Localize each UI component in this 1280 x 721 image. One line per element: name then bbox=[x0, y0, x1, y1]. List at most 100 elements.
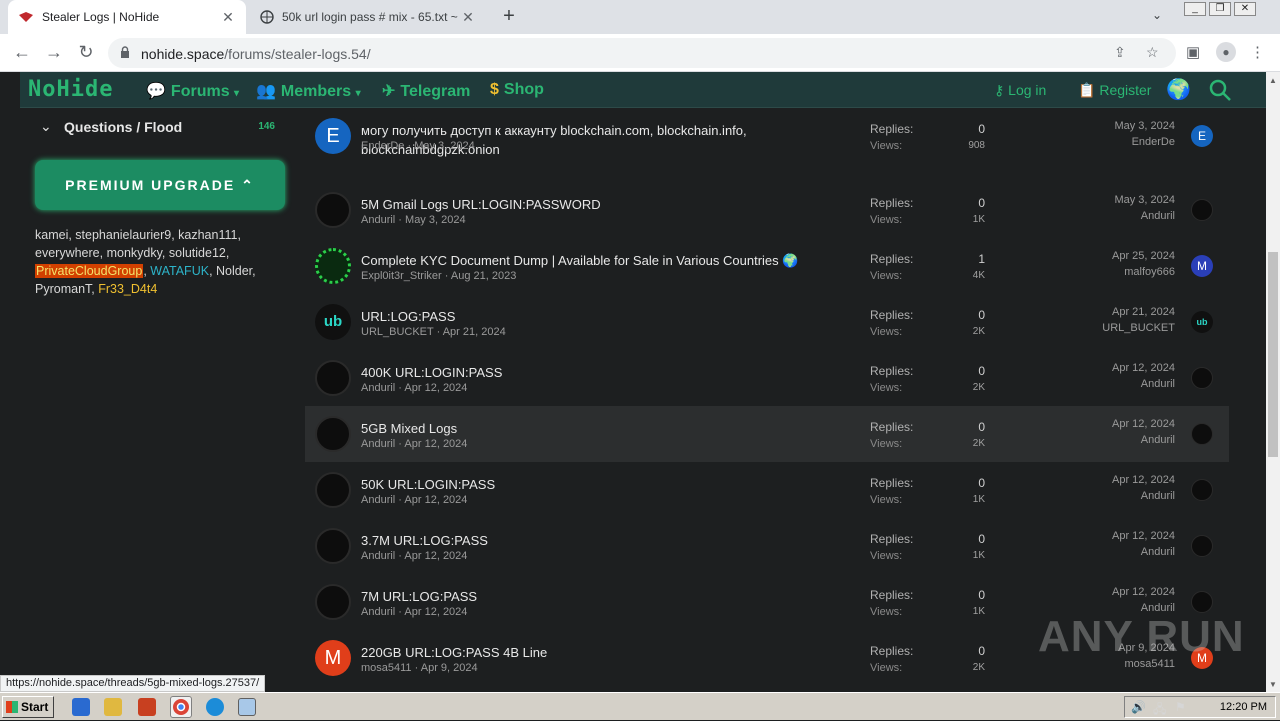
thread-author-link[interactable]: EnderDe bbox=[361, 140, 404, 152]
last-post-date-link[interactable]: May 3, 2024 bbox=[1065, 120, 1175, 132]
last-post-avatar[interactable] bbox=[1191, 591, 1213, 613]
author-avatar[interactable]: M bbox=[315, 640, 351, 676]
author-avatar[interactable]: E bbox=[315, 118, 351, 154]
thread-start-date[interactable]: May 3, 2024 bbox=[405, 214, 466, 226]
sidebar-item-questions-flood[interactable]: ⌄ Questions / Flood 146 bbox=[35, 118, 290, 140]
last-post-user-link[interactable]: Anduril bbox=[1065, 210, 1175, 222]
thread-author-link[interactable]: Anduril bbox=[361, 550, 395, 562]
last-post-date-link[interactable]: Apr 12, 2024 bbox=[1065, 586, 1175, 598]
last-post-user-link[interactable]: malfoy666 bbox=[1065, 266, 1175, 278]
thread-title-link[interactable]: 400K URL:LOGIN:PASS bbox=[361, 363, 811, 382]
last-post-user-link[interactable]: Anduril bbox=[1065, 378, 1175, 390]
address-bar[interactable]: nohide.space/forums/stealer-logs.54/ ⇪ ☆ bbox=[108, 38, 1176, 68]
page-scrollbar[interactable]: ▲ ▼ bbox=[1266, 72, 1280, 692]
thread-row[interactable]: 50K URL:LOGIN:PASS Anduril · Apr 12, 2024… bbox=[305, 462, 1229, 518]
media-player-icon[interactable] bbox=[138, 698, 156, 716]
online-user-link[interactable]: PrivateCloudGroup bbox=[35, 264, 144, 278]
thread-start-date[interactable]: Apr 12, 2024 bbox=[404, 438, 467, 450]
last-post-avatar[interactable] bbox=[1191, 423, 1213, 445]
theme-globe-icon[interactable]: 🌍 bbox=[1166, 77, 1191, 102]
thread-title-link[interactable]: 220GB URL:LOG:PASS 4B Line bbox=[361, 643, 811, 662]
restore-button[interactable]: ❐ bbox=[1209, 2, 1231, 16]
folder-icon[interactable] bbox=[104, 698, 122, 716]
last-post-date-link[interactable]: Apr 21, 2024 bbox=[1065, 306, 1175, 318]
last-post-avatar[interactable] bbox=[1191, 479, 1213, 501]
last-post-avatar[interactable]: ub bbox=[1191, 311, 1213, 333]
ie-icon[interactable] bbox=[72, 698, 90, 716]
thread-title-link[interactable]: 3.7M URL:LOG:PASS bbox=[361, 531, 811, 550]
tab-search-chevron-icon[interactable]: ⌄ bbox=[1152, 8, 1162, 22]
nav-members[interactable]: 👥 Members ▾ bbox=[256, 81, 361, 101]
close-tab-icon[interactable]: ✕ bbox=[460, 9, 476, 26]
thread-author-link[interactable]: Anduril bbox=[361, 214, 395, 226]
side-panel-icon[interactable]: ▣ bbox=[1186, 43, 1200, 61]
online-user-link[interactable]: Nolder bbox=[216, 264, 252, 278]
close-window-button[interactable]: ✕ bbox=[1234, 2, 1256, 16]
thread-row[interactable]: 3.7M URL:LOG:PASS Anduril · Apr 12, 2024 R… bbox=[305, 518, 1229, 574]
online-user-link[interactable]: PyromanT bbox=[35, 282, 91, 296]
new-tab-button[interactable]: + bbox=[498, 6, 520, 28]
close-tab-icon[interactable]: ✕ bbox=[220, 9, 236, 26]
site-logo[interactable]: NoHide bbox=[28, 77, 113, 102]
scroll-up-arrow-icon[interactable]: ▲ bbox=[1269, 76, 1277, 85]
online-user-link[interactable]: solutide12 bbox=[169, 246, 226, 260]
edge-icon[interactable] bbox=[206, 698, 224, 716]
thread-start-date[interactable]: Apr 12, 2024 bbox=[404, 606, 467, 618]
author-avatar[interactable] bbox=[315, 472, 351, 508]
nav-telegram[interactable]: ✈ Telegram bbox=[382, 81, 470, 101]
thread-start-date[interactable]: Apr 12, 2024 bbox=[404, 382, 467, 394]
thread-start-date[interactable]: May 3, 2024 bbox=[414, 140, 475, 152]
online-user-link[interactable]: stephanielaurier9 bbox=[75, 228, 171, 242]
author-avatar[interactable] bbox=[315, 584, 351, 620]
last-post-avatar[interactable] bbox=[1191, 367, 1213, 389]
security-icon[interactable]: ⚑ bbox=[1175, 700, 1186, 714]
last-post-date-link[interactable]: Apr 25, 2024 bbox=[1065, 250, 1175, 262]
thread-start-date[interactable]: Apr 12, 2024 bbox=[404, 550, 467, 562]
last-post-avatar[interactable] bbox=[1191, 535, 1213, 557]
scrollbar-thumb[interactable] bbox=[1268, 252, 1278, 457]
nav-forums[interactable]: 💬 Forums ▾ bbox=[146, 81, 239, 101]
premium-upgrade-button[interactable]: PREMIUM UPGRADE ⌃ bbox=[35, 160, 285, 210]
thread-author-link[interactable]: Expl0it3r_Striker bbox=[361, 270, 442, 282]
thread-author-link[interactable]: mosa5411 bbox=[361, 662, 412, 674]
search-icon[interactable] bbox=[1208, 78, 1232, 105]
notepad-icon[interactable] bbox=[238, 698, 256, 716]
last-post-user-link[interactable]: EnderDe bbox=[1065, 136, 1175, 148]
thread-author-link[interactable]: URL_BUCKET bbox=[361, 326, 434, 338]
thread-title-link[interactable]: 50K URL:LOGIN:PASS bbox=[361, 475, 811, 494]
share-icon[interactable]: ⇪ bbox=[1114, 44, 1126, 61]
reload-icon[interactable]: ↻ bbox=[76, 43, 96, 61]
last-post-user-link[interactable]: Anduril bbox=[1065, 490, 1175, 502]
thread-title-link[interactable]: 5GB Mixed Logs bbox=[361, 419, 811, 438]
thread-row[interactable]: 5M Gmail Logs URL:LOGIN:PASSWORD Anduril … bbox=[305, 182, 1229, 238]
author-avatar[interactable] bbox=[315, 248, 351, 284]
online-user-link[interactable]: kamei bbox=[35, 228, 68, 242]
last-post-avatar[interactable] bbox=[1191, 199, 1213, 221]
author-avatar[interactable] bbox=[315, 416, 351, 452]
login-link[interactable]: ⚷ Log in bbox=[994, 82, 1046, 99]
last-post-avatar[interactable]: E bbox=[1191, 125, 1213, 147]
online-user-link[interactable]: kazhan111 bbox=[178, 228, 237, 242]
thread-start-date[interactable]: Aug 21, 2023 bbox=[451, 270, 516, 282]
thread-row[interactable]: ub URL:LOG:PASS URL_BUCKET · Apr 21, 2024 R… bbox=[305, 294, 1229, 350]
network-icon[interactable]: 🖧 bbox=[1153, 700, 1166, 721]
bookmark-star-icon[interactable]: ☆ bbox=[1146, 44, 1159, 61]
thread-start-date[interactable]: Apr 12, 2024 bbox=[404, 494, 467, 506]
profile-avatar-icon[interactable]: ● bbox=[1216, 42, 1236, 62]
nav-shop[interactable]: $ Shop bbox=[490, 81, 544, 99]
thread-title-link[interactable]: 7M URL:LOG:PASS bbox=[361, 587, 811, 606]
author-avatar[interactable] bbox=[315, 528, 351, 564]
back-arrow-icon[interactable]: ← bbox=[12, 43, 32, 61]
online-user-link[interactable]: Fr33_D4t4 bbox=[98, 282, 157, 296]
tab-stealer-logs[interactable]: Stealer Logs | NoHide ✕ bbox=[8, 0, 246, 34]
thread-start-date[interactable]: Apr 9, 2024 bbox=[421, 662, 478, 674]
last-post-date-link[interactable]: Apr 12, 2024 bbox=[1065, 474, 1175, 486]
tab-50k-url-login-pass[interactable]: 50k url login pass # mix - 65.txt ~ pi ✕ bbox=[250, 0, 486, 34]
last-post-date-link[interactable]: Apr 12, 2024 bbox=[1065, 418, 1175, 430]
author-avatar[interactable] bbox=[315, 360, 351, 396]
scroll-down-arrow-icon[interactable]: ▼ bbox=[1269, 680, 1277, 689]
last-post-user-link[interactable]: Anduril bbox=[1065, 546, 1175, 558]
thread-author-link[interactable]: Anduril bbox=[361, 494, 395, 506]
chrome-icon[interactable] bbox=[170, 696, 192, 718]
thread-author-link[interactable]: Anduril bbox=[361, 382, 395, 394]
